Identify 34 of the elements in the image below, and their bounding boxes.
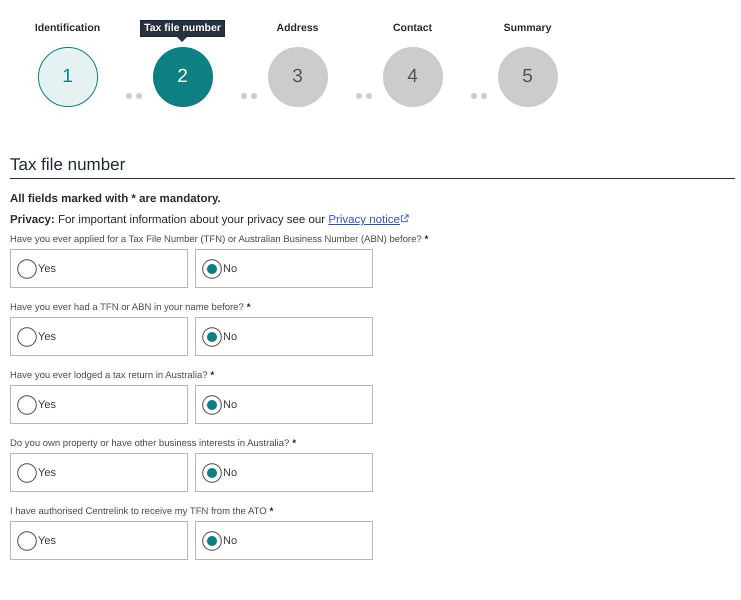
radio-option[interactable]: Yes bbox=[10, 249, 188, 288]
radio-option[interactable]: Yes bbox=[10, 317, 188, 356]
question-label: Do you own property or have other business interests in Australia? * bbox=[10, 438, 298, 449]
privacy-link[interactable]: Privacy notice bbox=[328, 214, 409, 226]
step-connector bbox=[471, 93, 487, 99]
radio-option[interactable]: Yes bbox=[10, 385, 188, 424]
radio-option[interactable]: No bbox=[195, 249, 373, 288]
step-circle[interactable]: 5 bbox=[498, 47, 558, 107]
radio-option[interactable]: No bbox=[195, 385, 373, 424]
step-tooltip: Tax file number bbox=[140, 20, 225, 42]
step-label: Address bbox=[275, 21, 320, 36]
radio-option[interactable]: No bbox=[195, 521, 373, 560]
privacy-text: Privacy: For important information about your privacy see our Privacy notice bbox=[10, 214, 735, 226]
step-label: Identification bbox=[34, 21, 102, 36]
mandatory-note: All fields marked with * are mandatory. bbox=[10, 193, 222, 205]
step-circle[interactable]: 4 bbox=[382, 47, 442, 107]
section-heading: Tax file number bbox=[10, 155, 735, 179]
step-connector bbox=[356, 93, 372, 99]
radio-option[interactable]: No bbox=[195, 317, 373, 356]
question-label: I have authorised Centrelink to receive my TFN from the ATO * bbox=[10, 506, 274, 517]
question-label: Have you ever lodged a tax return in Australia? * bbox=[10, 370, 216, 381]
step-connector bbox=[126, 93, 142, 99]
external-link-icon bbox=[400, 214, 409, 223]
step-circle[interactable]: 2 bbox=[152, 47, 212, 107]
step-connector bbox=[241, 93, 257, 99]
question-label: Have you ever applied for a Tax File Number (TFN) or Australian Business Number (ABN) before? * bbox=[10, 234, 430, 245]
radio-option[interactable]: Yes bbox=[10, 453, 188, 492]
step-label: Summary bbox=[502, 21, 552, 36]
question-label: Have you ever had a TFN or ABN in your name before? * bbox=[10, 302, 252, 313]
step-circle[interactable]: 3 bbox=[268, 47, 328, 107]
radio-option[interactable]: No bbox=[195, 453, 373, 492]
step-circle[interactable]: 1 bbox=[38, 47, 98, 107]
radio-option[interactable]: Yes bbox=[10, 521, 188, 560]
step-label: Contact bbox=[392, 21, 434, 36]
